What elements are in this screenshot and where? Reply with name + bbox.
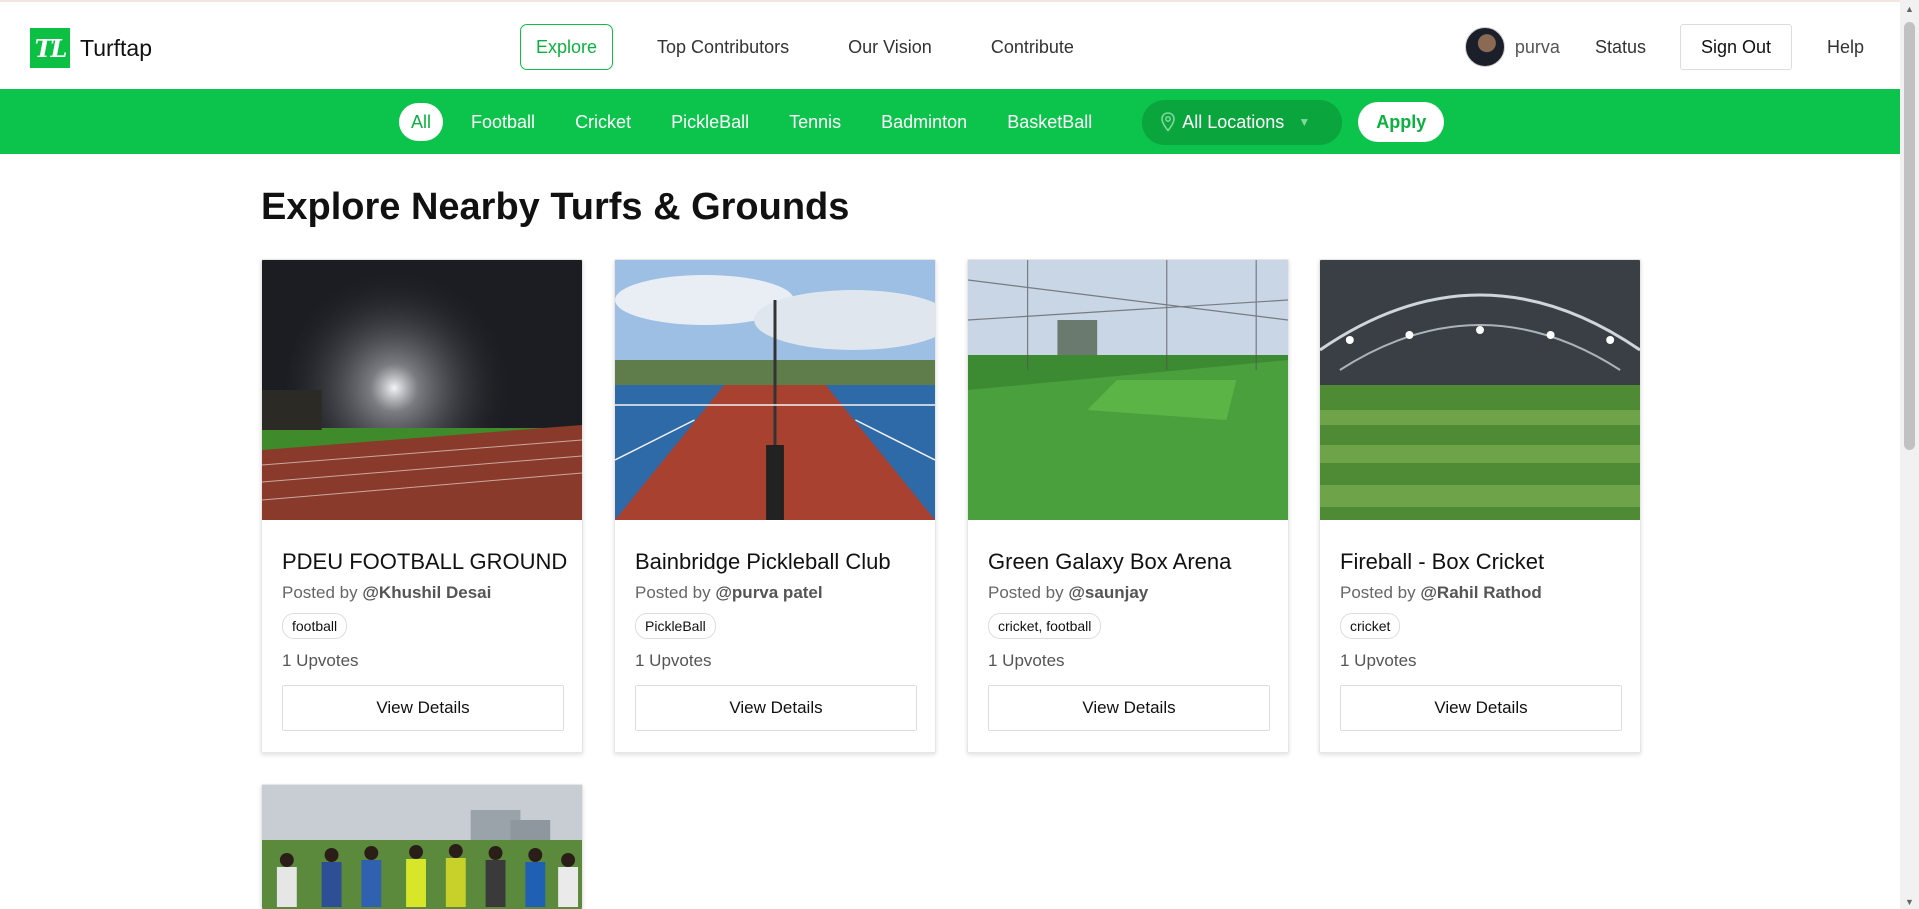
view-details-button[interactable]: View Details [282,685,564,731]
top-navbar: TL Turftap Explore Top Contributors Our … [0,0,1900,89]
page-scrollbar[interactable]: ▲ ▼ [1900,0,1919,909]
view-details-button[interactable]: View Details [988,685,1270,731]
username[interactable]: purva [1515,37,1560,58]
upvote-count: 1 Upvotes [988,651,1065,670]
turf-card[interactable]: Green Galaxy Box Arena Posted by @saunja… [967,259,1289,753]
card-author: Posted by @Rahil Rathod [1340,583,1620,603]
turf-card[interactable]: Bainbridge Pickleball Club Posted by @pu… [614,259,936,753]
author-name[interactable]: @Rahil Rathod [1420,583,1541,602]
scroll-down-icon[interactable]: ▼ [1904,897,1915,907]
main-nav: Explore Top Contributors Our Vision Cont… [520,24,1118,70]
nav-our-vision[interactable]: Our Vision [833,24,947,70]
chevron-down-icon: ▼ [1298,115,1311,129]
location-select[interactable]: All Locations ▼ [1142,99,1343,145]
posted-prefix: Posted by [282,583,358,602]
chip-cricket[interactable]: Cricket [563,103,643,141]
sport-tag: PickleBall [635,613,716,639]
card-author: Posted by @saunjay [988,583,1268,603]
turf-photo [1320,260,1640,520]
author-name[interactable]: @Khushil Desai [362,583,491,602]
sport-tag: football [282,613,348,639]
page-title: Explore Nearby Turfs & Grounds [261,186,850,228]
upvote-count: 1 Upvotes [282,651,359,670]
turf-photo [262,785,582,909]
chip-tennis[interactable]: Tennis [777,103,853,141]
turf-photo [262,260,582,520]
nav-explore[interactable]: Explore [520,24,614,70]
nav-contribute[interactable]: Contribute [976,24,1089,70]
location-pin-icon [1161,112,1176,132]
upvote-count: 1 Upvotes [635,651,712,670]
view-details-button[interactable]: View Details [635,685,917,731]
user-menu: purva Status Sign Out Help [1464,24,1900,70]
status-link[interactable]: Status [1595,37,1646,58]
chip-all[interactable]: All [399,103,444,141]
help-link[interactable]: Help [1827,37,1864,58]
avatar[interactable] [1464,27,1505,67]
posted-prefix: Posted by [1340,583,1416,602]
card-title[interactable]: Fireball - Box Cricket [1340,549,1620,575]
upvote-count: 1 Upvotes [1340,651,1417,670]
sport-tag: cricket, football [988,613,1102,639]
logo-icon: TL [30,28,70,68]
chip-pickleball[interactable]: PickleBall [659,103,761,141]
turf-photo [968,260,1288,520]
turf-card[interactable]: Fireball - Box Cricket Posted by @Rahil … [1319,259,1641,753]
card-author: Posted by @Khushil Desai [282,583,562,603]
card-author: Posted by @purva patel [635,583,915,603]
sport-chips: All Football Cricket PickleBall Tennis B… [399,99,1445,145]
card-title[interactable]: Green Galaxy Box Arena [988,549,1268,575]
location-value: All Locations [1182,111,1285,132]
view-details-button[interactable]: View Details [1340,685,1622,731]
card-title[interactable]: Bainbridge Pickleball Club [635,549,915,575]
card-title[interactable]: PDEU FOOTBALL GROUND [282,549,567,575]
sport-filter-bar: All Football Cricket PickleBall Tennis B… [0,89,1900,154]
scrollbar-thumb[interactable] [1904,22,1915,450]
brand-name: Turftap [80,34,153,61]
sport-tag: cricket [1340,613,1401,639]
nav-top-contributors[interactable]: Top Contributors [642,24,804,70]
posted-prefix: Posted by [988,583,1064,602]
chip-football[interactable]: Football [459,103,547,141]
turf-card[interactable] [261,784,583,909]
turf-photo [615,260,935,520]
brand[interactable]: TL Turftap [30,28,152,68]
scroll-up-icon[interactable]: ▲ [1904,4,1915,14]
chip-basketball[interactable]: BasketBall [995,103,1104,141]
chip-badminton[interactable]: Badminton [869,103,979,141]
apply-button[interactable]: Apply [1358,102,1445,142]
author-name[interactable]: @purva patel [715,583,822,602]
posted-prefix: Posted by [635,583,711,602]
sign-out-button[interactable]: Sign Out [1679,24,1792,70]
turf-card[interactable]: PDEU FOOTBALL GROUND Posted by @Khushil … [261,259,583,753]
author-name[interactable]: @saunjay [1068,583,1148,602]
